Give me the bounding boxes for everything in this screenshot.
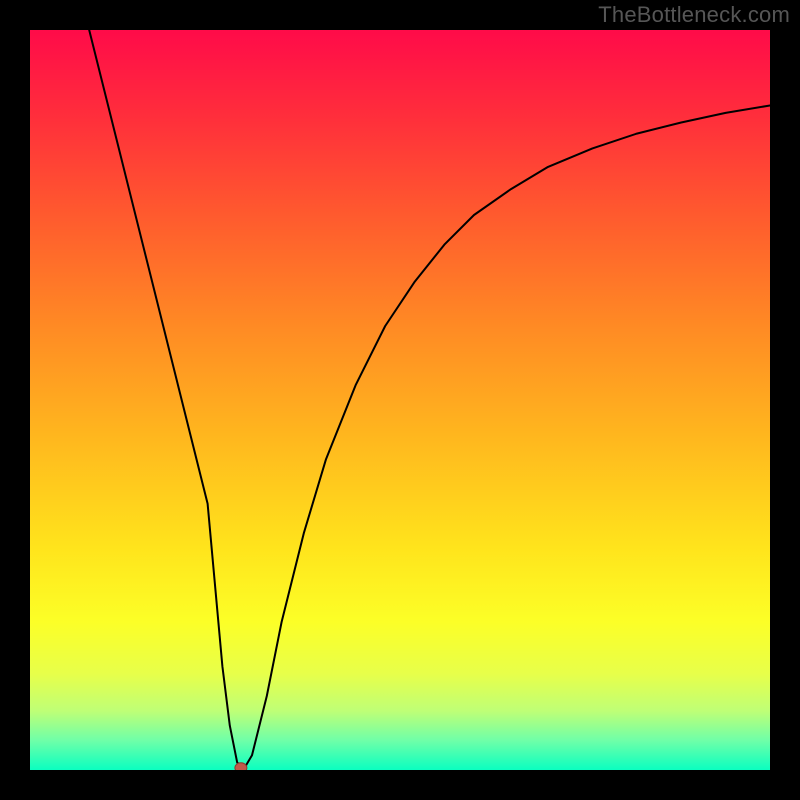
- chart-svg: [30, 30, 770, 770]
- plot-area: [30, 30, 770, 770]
- watermark-text: TheBottleneck.com: [598, 2, 790, 28]
- chart-stage: TheBottleneck.com: [0, 0, 800, 800]
- curve-line: [89, 30, 770, 768]
- minimum-marker: [235, 763, 247, 770]
